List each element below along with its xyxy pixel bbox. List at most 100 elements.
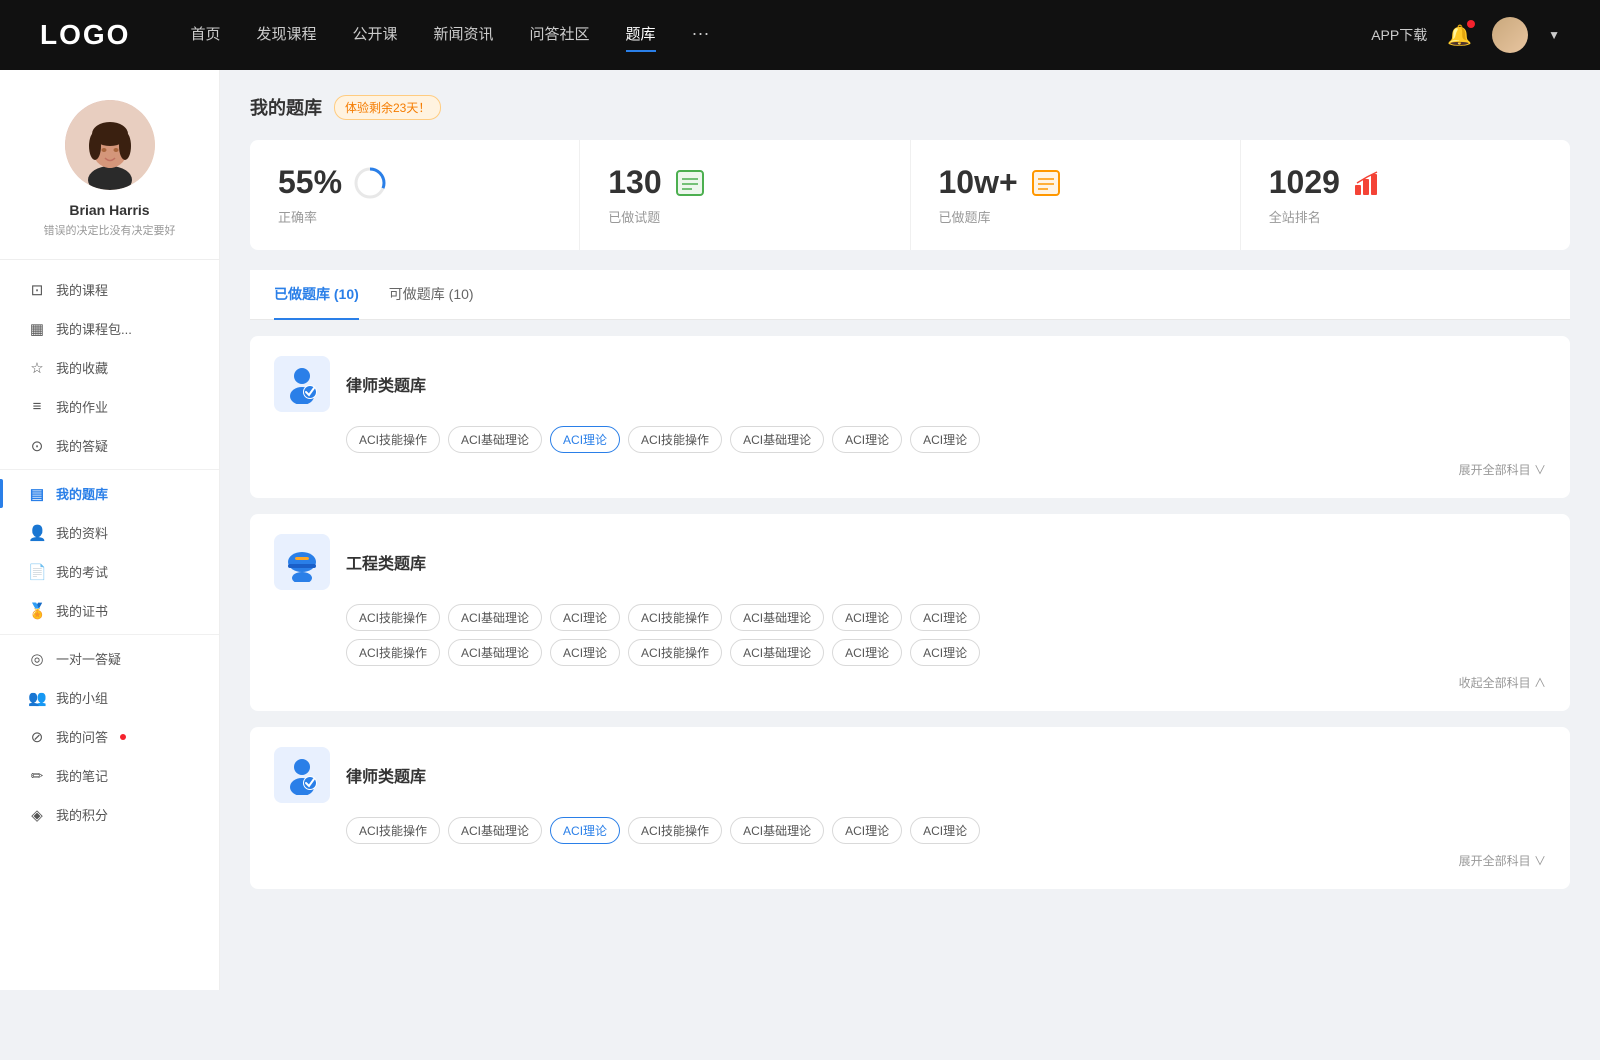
sidebar-item-cert[interactable]: 🏅 我的证书 — [0, 591, 219, 630]
qbank-icon-engineer1 — [274, 534, 330, 590]
expand-link-lawyer1[interactable]: 展开全部科目 ∨ — [274, 461, 1546, 478]
qbank-title-engineer1: 工程类题库 — [346, 550, 426, 574]
tag-eng1-r2-3[interactable]: ACI技能操作 — [628, 639, 722, 666]
sidebar-label-points: 我的积分 — [56, 805, 108, 824]
nav-home[interactable]: 首页 — [190, 23, 220, 48]
qbank-icon-lawyer1 — [274, 356, 330, 412]
tags-row-lawyer2: ACI技能操作 ACI基础理论 ACI理论 ACI技能操作 ACI基础理论 AC… — [346, 817, 1546, 844]
qbank-icon: ▤ — [28, 485, 46, 503]
sidebar-item-qbank[interactable]: ▤ 我的题库 — [0, 474, 219, 513]
sidebar-item-one-on-one[interactable]: ◎ 一对一答疑 — [0, 639, 219, 678]
nav-news[interactable]: 新闻资讯 — [434, 23, 494, 48]
course-icon: ⊡ — [28, 281, 46, 299]
nav-qbank[interactable]: 题库 — [626, 23, 656, 48]
nav-discover[interactable]: 发现课程 — [256, 23, 316, 48]
answers-icon: ⊙ — [28, 437, 46, 455]
tag-lawyer1-6[interactable]: ACI理论 — [910, 426, 980, 453]
banks-chart-icon — [1030, 167, 1062, 199]
lawyer2-svg-icon — [282, 755, 322, 795]
homework-icon: ≡ — [28, 398, 46, 415]
tag-eng1-r2-4[interactable]: ACI基础理论 — [730, 639, 824, 666]
stat-accuracy-value: 55% — [278, 164, 342, 201]
tag-eng1-r2-0[interactable]: ACI技能操作 — [346, 639, 440, 666]
tag-lawyer1-3[interactable]: ACI技能操作 — [628, 426, 722, 453]
stat-rank-top: 1029 — [1269, 164, 1542, 201]
stat-done-questions-top: 130 — [608, 164, 881, 201]
nav-more[interactable]: ··· — [692, 23, 710, 48]
app-download[interactable]: APP下载 — [1371, 25, 1427, 45]
tag-eng1-r1-1[interactable]: ACI基础理论 — [448, 604, 542, 631]
tag-eng1-r2-6[interactable]: ACI理论 — [910, 639, 980, 666]
tag-lawyer2-0[interactable]: ACI技能操作 — [346, 817, 440, 844]
sidebar-item-my-course[interactable]: ⊡ 我的课程 — [0, 270, 219, 309]
user-avatar — [65, 100, 155, 190]
tag-lawyer2-1[interactable]: ACI基础理论 — [448, 817, 542, 844]
stat-rank-label: 全站排名 — [1269, 207, 1542, 226]
sidebar-item-points[interactable]: ◈ 我的积分 — [0, 795, 219, 834]
sidebar-label-homework: 我的作业 — [56, 397, 108, 416]
tag-lawyer2-4[interactable]: ACI基础理论 — [730, 817, 824, 844]
qbank-header-lawyer1: 律师类题库 — [274, 356, 1546, 412]
tag-lawyer1-4[interactable]: ACI基础理论 — [730, 426, 824, 453]
nav-open[interactable]: 公开课 — [352, 23, 397, 48]
tag-eng1-r1-0[interactable]: ACI技能操作 — [346, 604, 440, 631]
stat-rank-value: 1029 — [1269, 164, 1340, 201]
questions-chart-icon — [674, 167, 706, 199]
tab-done[interactable]: 已做题库 (10) — [274, 270, 359, 320]
tag-lawyer2-3[interactable]: ACI技能操作 — [628, 817, 722, 844]
bell-icon[interactable]: 🔔 — [1447, 23, 1472, 48]
tag-eng1-r2-5[interactable]: ACI理论 — [832, 639, 902, 666]
tab-available[interactable]: 可做题库 (10) — [389, 270, 474, 320]
tag-lawyer2-2[interactable]: ACI理论 — [550, 817, 620, 844]
qbank-header-engineer1: 工程类题库 — [274, 534, 1546, 590]
qbank-card-lawyer1: 律师类题库 ACI技能操作 ACI基础理论 ACI理论 ACI技能操作 ACI基… — [250, 336, 1570, 498]
tag-lawyer1-1[interactable]: ACI基础理论 — [448, 426, 542, 453]
qbank-title-lawyer2: 律师类题库 — [346, 763, 426, 787]
sidebar-item-profile-data[interactable]: 👤 我的资料 — [0, 513, 219, 552]
stats-row: 55% 正确率 130 — [250, 140, 1570, 250]
nav-qa[interactable]: 问答社区 — [530, 23, 590, 48]
page-title: 我的题库 — [250, 94, 322, 120]
sidebar-item-exam[interactable]: 📄 我的考试 — [0, 552, 219, 591]
chevron-down-icon[interactable]: ▼ — [1548, 28, 1560, 42]
expand-link-lawyer2[interactable]: 展开全部科目 ∨ — [274, 852, 1546, 869]
sidebar-item-favorites[interactable]: ☆ 我的收藏 — [0, 348, 219, 387]
sidebar-item-group[interactable]: 👥 我的小组 — [0, 678, 219, 717]
sidebar-item-course-pkg[interactable]: ▦ 我的课程包... — [0, 309, 219, 348]
sidebar-item-notes[interactable]: ✏ 我的笔记 — [0, 756, 219, 795]
main-content: 我的题库 体验剩余23天！ 55% 正确率 130 — [220, 70, 1600, 990]
sidebar-label-one-on-one: 一对一答疑 — [56, 649, 121, 668]
collapse-link-engineer1[interactable]: 收起全部科目 ∧ — [274, 674, 1546, 691]
tag-lawyer2-5[interactable]: ACI理论 — [832, 817, 902, 844]
nav-right: APP下载 🔔 ▼ — [1371, 17, 1560, 53]
page-header: 我的题库 体验剩余23天！ — [250, 94, 1570, 120]
red-dot-indicator — [120, 734, 126, 740]
tag-eng1-r1-4[interactable]: ACI基础理论 — [730, 604, 824, 631]
group-icon: 👥 — [28, 689, 46, 707]
stat-accuracy-label: 正确率 — [278, 207, 551, 226]
sidebar-label-my-course: 我的课程 — [56, 280, 108, 299]
tag-lawyer1-5[interactable]: ACI理论 — [832, 426, 902, 453]
exam-icon: 📄 — [28, 563, 46, 581]
tabs-row: 已做题库 (10) 可做题库 (10) — [250, 270, 1570, 320]
avatar-svg — [65, 100, 155, 190]
sidebar-item-questions[interactable]: ⊘ 我的问答 — [0, 717, 219, 756]
sidebar-item-homework[interactable]: ≡ 我的作业 — [0, 387, 219, 426]
tags-row-lawyer1: ACI技能操作 ACI基础理论 ACI理论 ACI技能操作 ACI基础理论 AC… — [346, 426, 1546, 453]
tag-eng1-r1-2[interactable]: ACI理论 — [550, 604, 620, 631]
one-on-one-icon: ◎ — [28, 650, 46, 668]
tag-eng1-r2-2[interactable]: ACI理论 — [550, 639, 620, 666]
tag-lawyer1-2[interactable]: ACI理论 — [550, 426, 620, 453]
tag-eng1-r1-3[interactable]: ACI技能操作 — [628, 604, 722, 631]
tag-lawyer1-0[interactable]: ACI技能操作 — [346, 426, 440, 453]
tag-lawyer2-6[interactable]: ACI理论 — [910, 817, 980, 844]
tag-eng1-r1-6[interactable]: ACI理论 — [910, 604, 980, 631]
sidebar-item-answers[interactable]: ⊙ 我的答疑 — [0, 426, 219, 465]
stat-done-banks-label: 已做题库 — [939, 207, 1212, 226]
page-wrapper: Brian Harris 错误的决定比没有决定要好 ⊡ 我的课程 ▦ 我的课程包… — [0, 70, 1600, 990]
course-pkg-icon: ▦ — [28, 320, 46, 338]
sidebar-label-favorites: 我的收藏 — [56, 358, 108, 377]
user-avatar-nav[interactable] — [1492, 17, 1528, 53]
tag-eng1-r1-5[interactable]: ACI理论 — [832, 604, 902, 631]
tag-eng1-r2-1[interactable]: ACI基础理论 — [448, 639, 542, 666]
